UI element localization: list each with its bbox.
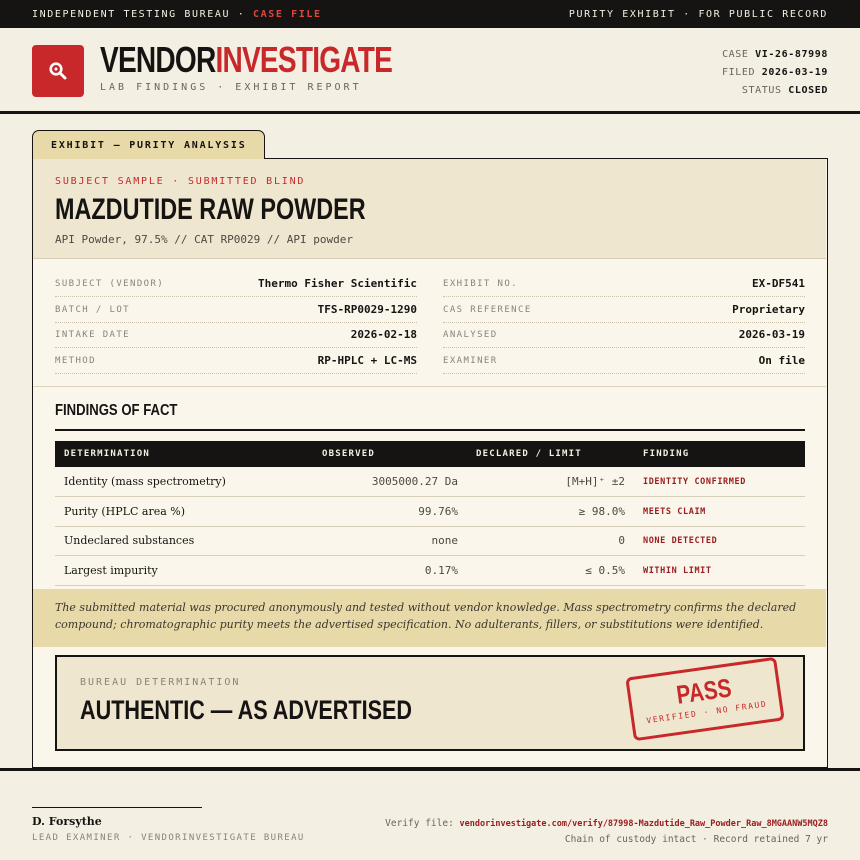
case-meta: CASE VI-26-87998 FILED 2026-03-19 STATUS… — [722, 46, 828, 100]
column-header: FINDING — [643, 449, 690, 459]
subject-eyebrow: SUBJECT SAMPLE · SUBMITTED BLIND — [55, 176, 306, 187]
product-title: MAZDUTIDE RAW POWDER — [55, 193, 366, 226]
meta-row: SUBJECT (VENDOR) Thermo Fisher Scientific — [55, 271, 417, 297]
subject-section: SUBJECT SAMPLE · SUBMITTED BLIND MAZDUTI… — [33, 159, 826, 259]
table-row: Undeclared substances none 0 NONE DETECT… — [55, 526, 805, 556]
table-row: Largest impurity 0.17% ≤ 0.5% WITHIN LIM… — [55, 556, 805, 586]
meta-row: METHOD RP-HPLC + LC-MS — [55, 348, 417, 374]
verification-block: Verify file: vendorinvestigate.com/verif… — [385, 818, 828, 845]
column-header: DECLARED / LIMIT — [476, 449, 582, 459]
exhibit-notice: PURITY EXHIBIT · FOR PUBLIC RECORD — [568, 8, 828, 20]
divider — [33, 386, 826, 387]
verify-link[interactable]: vendorinvestigate.com/verify/87998-Mazdu… — [460, 819, 828, 829]
determination-eyebrow: BUREAU DETERMINATION — [80, 677, 241, 688]
finding-badge: MEETS CLAIM — [643, 507, 706, 517]
finding-badge: IDENTITY CONFIRMED — [643, 477, 746, 487]
table-row: Identity (mass spectrometry) 3005000.27 … — [55, 467, 805, 497]
meta-row: ANALYSED 2026-03-19 — [443, 322, 805, 348]
examiner-role: LEAD EXAMINER · VENDORINVESTIGATE BUREAU — [32, 833, 305, 843]
finding-badge: WITHIN LIMIT — [643, 566, 712, 576]
site-header: VENDORINVESTIGATE LAB FINDINGS · EXHIBIT… — [0, 28, 860, 114]
pass-stamp: PASS VERIFIED · NO FRAUD — [625, 656, 785, 742]
examiner-name: D. Forsythe — [32, 815, 102, 828]
custody-note: Chain of custody intact · Record retaine… — [564, 834, 828, 845]
meta-row: EXHIBIT NO. EX-DF541 — [443, 271, 805, 297]
findings-title: FINDINGS OF FACT — [55, 402, 178, 419]
product-description: API Powder, 97.5% // CAT RP0029 // API p… — [55, 233, 354, 246]
meta-row: CAS REFERENCE Proprietary — [443, 297, 805, 323]
verdict-text: AUTHENTIC — AS ADVERTISED — [80, 695, 413, 725]
findings-table-header: DETERMINATION OBSERVED DECLARED / LIMIT … — [55, 441, 805, 467]
brand-subtitle: LAB FINDINGS · EXHIBIT REPORT — [100, 82, 362, 93]
case-status: STATUS CLOSED — [741, 85, 828, 96]
brand-wordmark: VENDORINVESTIGATE — [100, 39, 393, 80]
bureau-label: INDEPENDENT TESTING BUREAU · CASE FILE — [32, 8, 322, 20]
table-row: Purity (HPLC area %) 99.76% ≥ 98.0% MEET… — [55, 497, 805, 527]
bureau-determination: BUREAU DETERMINATION AUTHENTIC — AS ADVE… — [55, 655, 805, 751]
meta-row: BATCH / LOT TFS-RP0029-1290 — [55, 297, 417, 323]
column-header: OBSERVED — [322, 449, 375, 459]
meta-row: INTAKE DATE 2026-02-18 — [55, 322, 417, 348]
case-file-label: CASE FILE — [253, 8, 322, 20]
exhibit-panel: SUBJECT SAMPLE · SUBMITTED BLIND MAZDUTI… — [32, 158, 828, 768]
filed-date: FILED 2026-03-19 — [722, 67, 828, 78]
case-number: CASE VI-26-87998 — [722, 49, 828, 60]
narrative-summary: The submitted material was procured anon… — [33, 589, 826, 647]
meta-row: EXAMINER On file — [443, 348, 805, 374]
tab-exhibit-purity[interactable]: EXHIBIT — PURITY ANALYSIS — [32, 130, 265, 159]
top-strip: INDEPENDENT TESTING BUREAU · CASE FILE P… — [0, 0, 860, 28]
divider — [0, 768, 860, 771]
finding-badge: NONE DETECTED — [643, 536, 718, 546]
column-header: DETERMINATION — [64, 449, 151, 459]
logo[interactable] — [32, 45, 84, 97]
divider — [55, 429, 805, 431]
magnifier-icon — [49, 62, 67, 80]
signature-line — [32, 807, 202, 808]
